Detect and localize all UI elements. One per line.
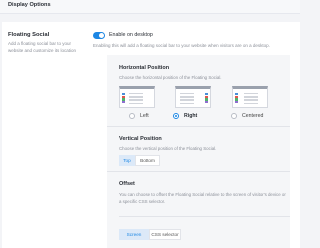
vertical-option-top[interactable]: Top — [119, 155, 135, 166]
floating-bar-icon — [235, 93, 238, 104]
centered-preview-image[interactable] — [232, 86, 268, 108]
offset-option-css-selector[interactable]: CSS selector — [149, 229, 181, 240]
enable-desktop-toggle[interactable] — [93, 32, 105, 39]
horizontal-position-description: Choose the horizontal position of the Fl… — [119, 75, 222, 80]
vertical-position-title: Vertical Position — [119, 136, 162, 142]
horizontal-option-centered[interactable]: Centered — [231, 113, 263, 119]
section-title: Floating Social — [8, 32, 50, 38]
right-preview-image[interactable] — [175, 86, 211, 108]
horizontal-option-left[interactable]: Left — [129, 113, 149, 119]
options-panel: Horizontal Position Choose the horizonta… — [107, 55, 290, 248]
radio-icon — [129, 113, 135, 119]
toggle-label: Enable on desktop — [109, 32, 153, 38]
divider — [107, 171, 290, 172]
offset-description: You can choose to offset the Floating So… — [119, 192, 286, 204]
top-bar: Display Options — [0, 0, 300, 14]
offset-option-screen[interactable]: Screen — [119, 229, 149, 240]
divider — [107, 126, 290, 127]
toggle-knob — [99, 33, 104, 38]
offset-title: Offset — [119, 181, 135, 187]
toggle-description: Enabling this will add a floating social… — [93, 43, 270, 48]
horizontal-option-right[interactable]: Right — [173, 113, 197, 119]
horizontal-position-title: Horizontal Position — [119, 65, 170, 71]
floating-bar-icon — [205, 93, 208, 104]
page-title: Display Options — [8, 2, 51, 8]
divider — [119, 216, 290, 217]
vertical-option-bottom[interactable]: Bottom — [135, 155, 160, 166]
settings-card: Floating Social Add a floating social ba… — [2, 22, 300, 248]
radio-icon — [231, 113, 237, 119]
vertical-position-description: Choose the vertical position of the Floa… — [119, 146, 217, 151]
floating-bar-icon — [122, 93, 125, 104]
radio-selected-icon — [173, 113, 179, 119]
section-description: Add a floating social bar to your websit… — [8, 41, 77, 53]
left-preview-image[interactable] — [119, 86, 155, 108]
